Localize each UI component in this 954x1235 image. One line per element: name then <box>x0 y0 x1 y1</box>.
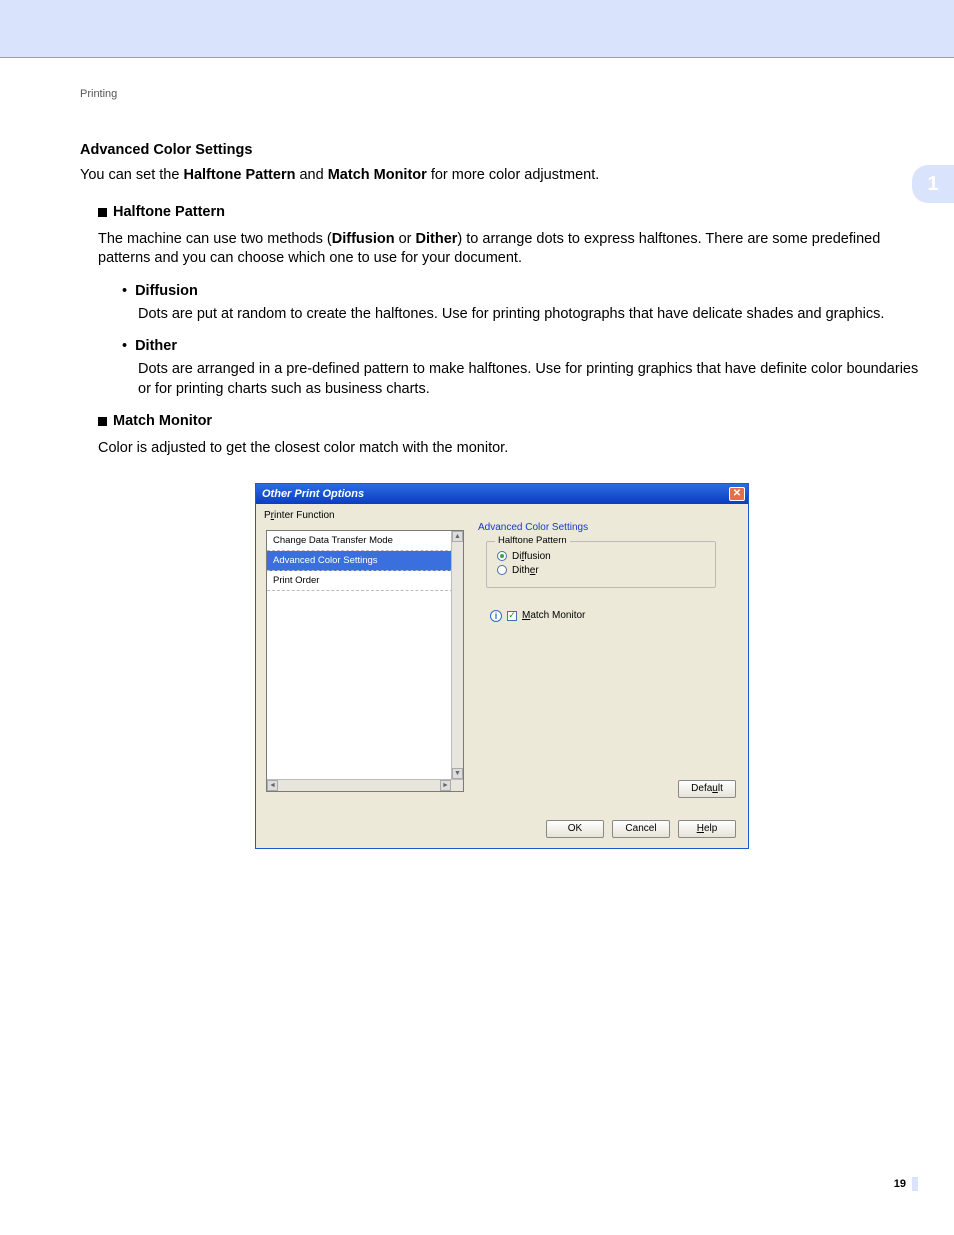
match-monitor-row: i ✓ Match Monitor <box>490 610 738 622</box>
dialog-titlebar: Other Print Options ✕ <box>256 484 748 504</box>
printer-function-label: Printer Function <box>264 510 335 521</box>
default-button[interactable]: Default <box>678 780 736 798</box>
match-monitor-label: Match Monitor <box>113 413 212 429</box>
square-bullet-icon <box>98 208 107 217</box>
scroll-up-icon[interactable]: ▲ <box>452 531 463 542</box>
info-icon[interactable]: i <box>490 610 502 622</box>
intro-bold-match: Match Monitor <box>328 167 427 183</box>
scroll-left-icon[interactable]: ◄ <box>267 780 278 791</box>
list-item[interactable]: Print Order <box>267 571 463 591</box>
subitem-halftone-pattern: Halftone Pattern <box>98 204 924 220</box>
fieldset-legend: Halftone Pattern <box>495 535 570 546</box>
default-button-row: Default <box>678 780 736 798</box>
fieldset-halftone-pattern: Halftone Pattern Diffusion Dither <box>486 541 716 588</box>
dialog-title-text: Other Print Options <box>262 488 364 500</box>
dialog-body: Printer Function Change Data Transfer Mo… <box>256 504 748 848</box>
dialog-other-print-options: Other Print Options ✕ Printer Function C… <box>255 483 749 849</box>
page-header-band <box>0 0 954 58</box>
dialog-button-row: OK Cancel Help <box>546 820 736 838</box>
halftone-pattern-body: The machine can use two methods (Diffusi… <box>98 230 924 269</box>
section-label: Printing <box>80 88 924 100</box>
dialog-screenshot: Other Print Options ✕ Printer Function C… <box>255 483 749 849</box>
chapter-tab: 1 <box>912 165 954 203</box>
horizontal-scrollbar[interactable]: ◄ ► <box>267 779 463 791</box>
radio-icon <box>497 551 507 561</box>
hp-body-bold1: Diffusion <box>332 231 395 247</box>
right-settings-pane: Advanced Color Settings Halftone Pattern… <box>478 522 738 800</box>
intro-bold-halftone: Halftone Pattern <box>183 167 295 183</box>
vertical-scrollbar[interactable]: ▲ ▼ <box>451 531 463 779</box>
dither-label: Dither <box>135 338 177 354</box>
match-monitor-checkbox-label: Match Monitor <box>522 610 585 621</box>
radio-diffusion[interactable]: Diffusion <box>497 551 705 562</box>
hp-body-a: The machine can use two methods ( <box>98 231 332 247</box>
intro-text-e: for more color adjustment. <box>427 167 599 183</box>
list-item-selected[interactable]: Advanced Color Settings <box>267 551 463 571</box>
list-item[interactable]: Change Data Transfer Mode <box>267 531 463 551</box>
page-content: Printing Advanced Color Settings You can… <box>0 58 954 849</box>
bullet-diffusion: • Diffusion <box>122 283 924 299</box>
halftone-pattern-label: Halftone Pattern <box>113 204 225 220</box>
group-advanced-color: Advanced Color Settings Halftone Pattern… <box>478 522 738 622</box>
bullet-dither: • Dither <box>122 338 924 354</box>
dither-body: Dots are arranged in a pre-defined patte… <box>138 360 924 399</box>
group-title: Advanced Color Settings <box>478 522 738 533</box>
intro-text-a: You can set the <box>80 167 183 183</box>
radio-dither[interactable]: Dither <box>497 565 705 576</box>
scroll-down-icon[interactable]: ▼ <box>452 768 463 779</box>
dot-bullet-icon: • <box>122 338 127 354</box>
intro-paragraph: You can set the Halftone Pattern and Mat… <box>80 166 924 186</box>
match-monitor-body: Color is adjusted to get the closest col… <box>98 439 924 459</box>
scroll-right-icon[interactable]: ► <box>440 780 451 791</box>
ok-button[interactable]: OK <box>546 820 604 838</box>
intro-text-c: and <box>295 167 327 183</box>
checkbox-match-monitor[interactable]: ✓ <box>507 611 517 621</box>
dot-bullet-icon: • <box>122 283 127 299</box>
subitem-match-monitor: Match Monitor <box>98 413 924 429</box>
close-icon[interactable]: ✕ <box>729 487 745 501</box>
hp-body-bold2: Dither <box>416 231 458 247</box>
square-bullet-icon <box>98 417 107 426</box>
help-button[interactable]: Help <box>678 820 736 838</box>
hp-body-mid: or <box>395 231 416 247</box>
heading-advanced-color-settings: Advanced Color Settings <box>80 142 924 158</box>
page-number: 19 <box>894 1178 906 1190</box>
cancel-button[interactable]: Cancel <box>612 820 670 838</box>
printer-function-listbox[interactable]: Change Data Transfer Mode Advanced Color… <box>266 530 464 792</box>
diffusion-body: Dots are put at random to create the hal… <box>138 305 924 325</box>
radio-icon <box>497 565 507 575</box>
chapter-number: 1 <box>927 173 938 196</box>
page-number-accent <box>912 1177 918 1191</box>
diffusion-label: Diffusion <box>135 283 198 299</box>
